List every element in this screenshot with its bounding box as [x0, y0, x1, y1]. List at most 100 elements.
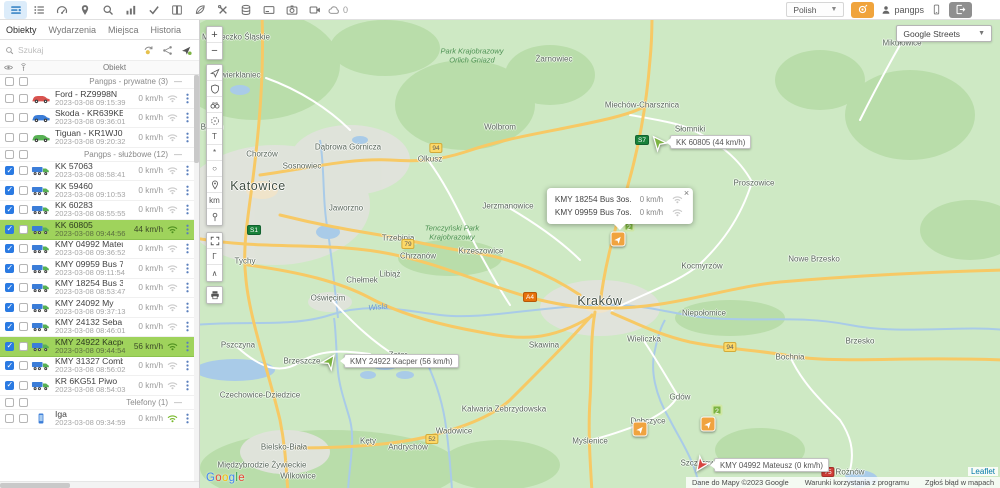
monitoring-icon[interactable]	[4, 0, 27, 19]
visibility-checkbox[interactable]	[5, 414, 14, 424]
row-menu-button[interactable]	[181, 413, 194, 424]
object-group-row[interactable]: Telefony (1) —	[0, 396, 194, 410]
tracking-checkbox[interactable]	[19, 283, 28, 293]
tab-historia[interactable]: Historia	[144, 20, 187, 39]
visibility-checkbox[interactable]	[5, 205, 14, 215]
measure-angle-button[interactable]: ∧	[207, 265, 222, 281]
row-menu-button[interactable]	[181, 224, 194, 235]
eco-driving-icon[interactable]	[188, 1, 211, 19]
visibility-checkbox[interactable]	[5, 185, 14, 195]
tracking-checkbox[interactable]	[19, 166, 28, 176]
video-icon[interactable]	[303, 1, 326, 19]
labels-button[interactable]: T	[207, 129, 222, 145]
logout-button[interactable]	[949, 1, 972, 18]
object-row[interactable]: KMY 09959 Bus 7os.2023-03-08 09:11:54 0 k…	[0, 259, 194, 279]
object-row[interactable]: KMY 04992 Mateusz2023-03-08 09:36:52 0 km…	[0, 240, 194, 259]
tracking-checkbox[interactable]	[19, 113, 28, 123]
tracking-checkbox[interactable]	[19, 77, 28, 86]
live-tracking-button[interactable]	[851, 1, 875, 18]
object-row[interactable]: KK 570632023-03-08 08:58:41 0 km/h	[0, 162, 194, 181]
tracking-checkbox[interactable]	[19, 132, 28, 142]
object-row[interactable]: Ford - RZ9998N 2023-03-08 09:15:39 0 km/h	[0, 89, 194, 109]
scrollbar-thumb[interactable]	[194, 75, 199, 163]
notifications-button[interactable]: 0	[328, 4, 348, 16]
visibility-checkbox[interactable]	[5, 302, 14, 312]
row-menu-button[interactable]	[181, 360, 194, 371]
fit-all-icon[interactable]	[141, 45, 156, 56]
vehicle-arrow-marker[interactable]	[693, 454, 712, 474]
visibility-checkbox[interactable]	[5, 341, 14, 351]
tracking-checkbox[interactable]	[19, 341, 28, 351]
tracking-checkbox[interactable]	[19, 93, 28, 103]
cluster-badge[interactable]: 2	[711, 404, 723, 416]
row-menu-button[interactable]	[181, 185, 194, 196]
statistics-icon[interactable]	[119, 1, 142, 19]
scale-button[interactable]: km	[207, 193, 222, 209]
attribution-link[interactable]: Zgłoś błąd w mapach	[925, 478, 994, 487]
pin-button[interactable]	[207, 209, 222, 225]
row-menu-button[interactable]	[181, 263, 194, 274]
vehicle-nav-marker[interactable]	[632, 421, 648, 437]
visibility-checkbox[interactable]	[5, 397, 14, 407]
tracking-checkbox[interactable]	[19, 322, 28, 332]
search-input[interactable]	[18, 45, 137, 55]
attribution-link[interactable]: Warunki korzystania z programu	[805, 478, 909, 487]
leaflet-attribution-link[interactable]: Leaflet	[967, 467, 998, 476]
object-row[interactable]: KK 594602023-03-08 09:10:53 0 km/h	[0, 181, 194, 201]
object-row[interactable]: KR 6KG51 Piwo2023-03-08 08:54:03 0 km/h	[0, 376, 194, 396]
visibility-checkbox[interactable]	[5, 322, 14, 332]
tasks-icon[interactable]	[142, 1, 165, 19]
object-row[interactable]: Iga 2023-03-08 09:34:59 0 km/h	[0, 410, 194, 429]
measure-line-button[interactable]: Γ	[207, 249, 222, 265]
row-menu-button[interactable]	[181, 243, 194, 254]
object-row[interactable]: Skoda - KR639KE 2023-03-08 09:36:01 0 km/h	[0, 109, 194, 128]
object-row[interactable]: KK 608052023-03-08 09:44:56 44 km/h	[0, 220, 194, 240]
close-icon[interactable]: ×	[684, 189, 689, 198]
row-menu-button[interactable]	[181, 93, 194, 104]
user-menu[interactable]: pangps	[881, 5, 924, 15]
visibility-checkbox[interactable]	[5, 244, 14, 254]
tab-miejsca[interactable]: Miejsca	[102, 20, 145, 39]
object-row[interactable]: KK 602832023-03-08 08:55:55 0 km/h	[0, 201, 194, 220]
tracking-checkbox[interactable]	[19, 149, 28, 159]
row-menu-button[interactable]	[181, 282, 194, 293]
tracking-checkbox[interactable]	[19, 302, 28, 312]
map[interactable]: Miasteczko ŚląskieŚwierklaniecBytomChorz…	[200, 20, 1000, 488]
horizontal-scrollbar[interactable]	[0, 481, 199, 488]
object-row[interactable]: Tiguan - KR1WJ07 2023-03-08 09:20:32 0 km/…	[0, 128, 194, 148]
gallery-icon[interactable]	[280, 1, 303, 19]
row-menu-button[interactable]	[181, 165, 194, 176]
visibility-checkbox[interactable]	[5, 77, 14, 86]
tab-wydarzenia[interactable]: Wydarzenia	[43, 20, 102, 39]
vehicle-arrow-marker[interactable]	[650, 134, 669, 153]
row-menu-button[interactable]	[181, 204, 194, 215]
collapse-group-button[interactable]: —	[174, 398, 182, 407]
dashboard-icon[interactable]	[50, 1, 73, 19]
object-row[interactable]: KMY 18254 Bus 3os.2023-03-08 08:53:47 0 k…	[0, 279, 194, 298]
visibility-checkbox[interactable]	[5, 113, 14, 123]
vertical-scrollbar[interactable]	[194, 75, 199, 481]
visibility-checkbox[interactable]	[5, 93, 14, 103]
language-select[interactable]: Polish ▼	[786, 2, 845, 17]
row-menu-button[interactable]	[181, 132, 194, 143]
object-row[interactable]: KMY 31327 Combo Pet...2023-03-08 08:56:0…	[0, 357, 194, 376]
objects-icon[interactable]	[27, 1, 50, 19]
vehicle-nav-marker[interactable]	[700, 416, 716, 432]
tracking-checkbox[interactable]	[19, 263, 28, 273]
zoom-out-button[interactable]: −	[207, 43, 222, 59]
payments-icon[interactable]	[257, 1, 280, 19]
tab-obiekty[interactable]: Obiekty	[0, 20, 43, 39]
map-layer-select[interactable]: Google Streets ▼	[896, 25, 992, 42]
row-menu-button[interactable]	[181, 112, 194, 123]
tracking-checkbox[interactable]	[19, 361, 28, 371]
visibility-checkbox[interactable]	[5, 283, 14, 293]
logbook-icon[interactable]	[165, 1, 188, 19]
zoom-in-button[interactable]: +	[207, 27, 222, 43]
row-menu-button[interactable]	[181, 341, 194, 352]
circle-button[interactable]: ○	[207, 161, 222, 177]
visibility-checkbox[interactable]	[5, 380, 14, 390]
visibility-checkbox[interactable]	[5, 224, 14, 234]
poi-button[interactable]	[207, 97, 222, 113]
fuel-icon[interactable]	[234, 1, 257, 19]
object-group-row[interactable]: Pangps - prywatne (3) —	[0, 75, 194, 89]
